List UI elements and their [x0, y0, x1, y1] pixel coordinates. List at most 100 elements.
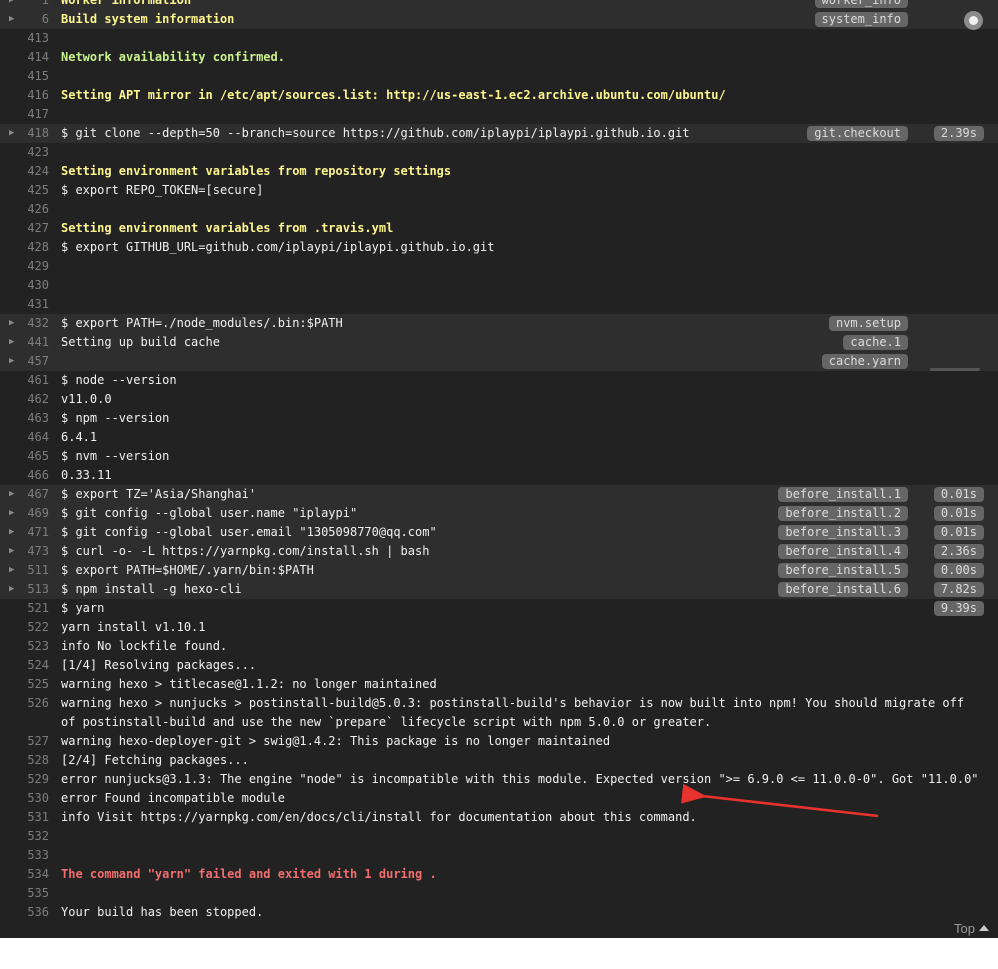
line-text: [2/4] Fetching packages...	[61, 753, 249, 767]
fold-label-badge: before_install.4	[778, 544, 908, 559]
line-number[interactable]: 432	[0, 314, 49, 333]
log-line: 461 $ node --version	[0, 371, 998, 390]
fold-line[interactable]: ▶ 457 cache.yarn	[0, 352, 998, 371]
fold-line[interactable]: ▶ 511 $ export PATH=$HOME/.yarn/bin:$PATH b…	[0, 561, 998, 580]
log-line: 536 Your build has been stopped.	[0, 903, 998, 922]
line-number[interactable]: 415	[0, 67, 49, 86]
duration-badge: 7.82s	[933, 582, 984, 597]
log-line: 529 error nunjucks@3.1.3: The engine "nod…	[0, 770, 998, 789]
fold-label-badge: git.checkout	[807, 126, 908, 141]
line-number[interactable]: 426	[0, 200, 49, 219]
line-text: warning hexo > nunjucks > postinstall-bu…	[61, 696, 972, 729]
log-line: 416 Setting APT mirror in /etc/apt/source…	[0, 86, 998, 105]
triangle-up-icon	[978, 925, 989, 931]
line-number[interactable]: 425	[0, 181, 49, 200]
line-number[interactable]: 457	[0, 352, 49, 371]
line-number[interactable]: 6	[0, 10, 49, 29]
log-line: 534 The command "yarn" failed and exited …	[0, 865, 998, 884]
fold-progress	[930, 368, 980, 371]
line-number[interactable]: 513	[0, 580, 49, 599]
line-text: $ yarn	[61, 601, 105, 615]
line-number[interactable]: 525	[0, 675, 49, 694]
line-number[interactable]: 461	[0, 371, 49, 390]
line-number[interactable]: 417	[0, 105, 49, 124]
line-number[interactable]: 522	[0, 618, 49, 637]
line-number[interactable]: 429	[0, 257, 49, 276]
line-number[interactable]: 423	[0, 143, 49, 162]
toggle-icon[interactable]	[964, 11, 983, 30]
fold-line[interactable]: ▶ 441 Setting up build cache cache.1	[0, 333, 998, 352]
line-number[interactable]: 430	[0, 276, 49, 295]
fold-line[interactable]: ▶ 1 Worker information worker_info	[0, 0, 998, 10]
line-number[interactable]: 524	[0, 656, 49, 675]
line-number[interactable]: 526	[0, 694, 49, 713]
log-line: 425 $ export REPO_TOKEN=[secure]	[0, 181, 998, 200]
log-line: 424 Setting environment variables from re…	[0, 162, 998, 181]
log-line: 532	[0, 827, 998, 846]
line-number[interactable]: 528	[0, 751, 49, 770]
scroll-top-link[interactable]: Top	[954, 921, 989, 936]
fold-label-badge: cache.1	[843, 335, 908, 350]
line-number[interactable]: 521	[0, 599, 49, 618]
fold-line[interactable]: ▶ 473 $ curl -o- -L https://yarnpkg.com/in…	[0, 542, 998, 561]
line-number[interactable]: 463	[0, 409, 49, 428]
line-number[interactable]: 532	[0, 827, 49, 846]
line-number[interactable]: 531	[0, 808, 49, 827]
line-text: Setting environment variables from .trav…	[61, 221, 394, 235]
log-line: 465 $ nvm --version	[0, 447, 998, 466]
line-number[interactable]: 441	[0, 333, 49, 352]
fold-line[interactable]: ▶ 432 $ export PATH=./node_modules/.bin:$P…	[0, 314, 998, 333]
line-text: Setting up build cache	[61, 335, 220, 349]
line-text: v11.0.0	[61, 392, 112, 406]
line-number[interactable]: 530	[0, 789, 49, 808]
line-number[interactable]: 466	[0, 466, 49, 485]
line-number[interactable]: 527	[0, 732, 49, 751]
line-text: error Found incompatible module	[61, 791, 285, 805]
log-line: 413	[0, 29, 998, 48]
line-number[interactable]: 529	[0, 770, 49, 789]
log-line: 524 [1/4] Resolving packages...	[0, 656, 998, 675]
line-number[interactable]: 424	[0, 162, 49, 181]
fold-line[interactable]: ▶ 418 $ git clone --depth=50 --branch=sour…	[0, 124, 998, 143]
line-number[interactable]: 464	[0, 428, 49, 447]
line-number[interactable]: 536	[0, 903, 49, 922]
line-number[interactable]: 427	[0, 219, 49, 238]
line-number[interactable]: 1	[0, 0, 49, 10]
fold-line[interactable]: ▶ 467 $ export TZ='Asia/Shanghai' before_in…	[0, 485, 998, 504]
scroll-top-label: Top	[954, 921, 975, 936]
line-number[interactable]: 462	[0, 390, 49, 409]
line-number[interactable]: 431	[0, 295, 49, 314]
fold-label-badge: before_install.6	[778, 582, 908, 597]
log-line: 533	[0, 846, 998, 865]
build-log: ▶ 1 Worker information worker_info ▶ 6 Build s…	[0, 0, 998, 938]
log-line: 522 yarn install v1.10.1	[0, 618, 998, 637]
fold-line[interactable]: ▶ 513 $ npm install -g hexo-cli before_inst…	[0, 580, 998, 599]
line-number[interactable]: 523	[0, 637, 49, 656]
line-number[interactable]: 418	[0, 124, 49, 143]
line-number[interactable]: 471	[0, 523, 49, 542]
fold-line[interactable]: ▶ 471 $ git config --global user.email "13…	[0, 523, 998, 542]
line-number[interactable]: 465	[0, 447, 49, 466]
line-number[interactable]: 534	[0, 865, 49, 884]
log-line: 523 info No lockfile found.	[0, 637, 998, 656]
line-number[interactable]: 511	[0, 561, 49, 580]
line-number[interactable]: 473	[0, 542, 49, 561]
line-text: $ export GITHUB_URL=github.com/iplaypi/i…	[61, 240, 495, 254]
log-lines: ▶ 1 Worker information worker_info ▶ 6 Build s…	[0, 0, 998, 922]
log-line: 430	[0, 276, 998, 295]
fold-line[interactable]: ▶ 469 $ git config --global user.name "ipl…	[0, 504, 998, 523]
fold-label-badge: before_install.3	[778, 525, 908, 540]
line-number[interactable]: 535	[0, 884, 49, 903]
duration-badge: 9.39s	[933, 601, 984, 616]
line-number[interactable]: 533	[0, 846, 49, 865]
line-number[interactable]: 414	[0, 48, 49, 67]
fold-line[interactable]: ▶ 6 Build system information system_info	[0, 10, 998, 29]
fold-label-badge: nvm.setup	[828, 316, 908, 331]
line-number[interactable]: 428	[0, 238, 49, 257]
line-number[interactable]: 413	[0, 29, 49, 48]
line-number[interactable]: 469	[0, 504, 49, 523]
duration-badge: 0.01s	[933, 487, 984, 502]
line-text: yarn install v1.10.1	[61, 620, 206, 634]
line-number[interactable]: 467	[0, 485, 49, 504]
line-number[interactable]: 416	[0, 86, 49, 105]
